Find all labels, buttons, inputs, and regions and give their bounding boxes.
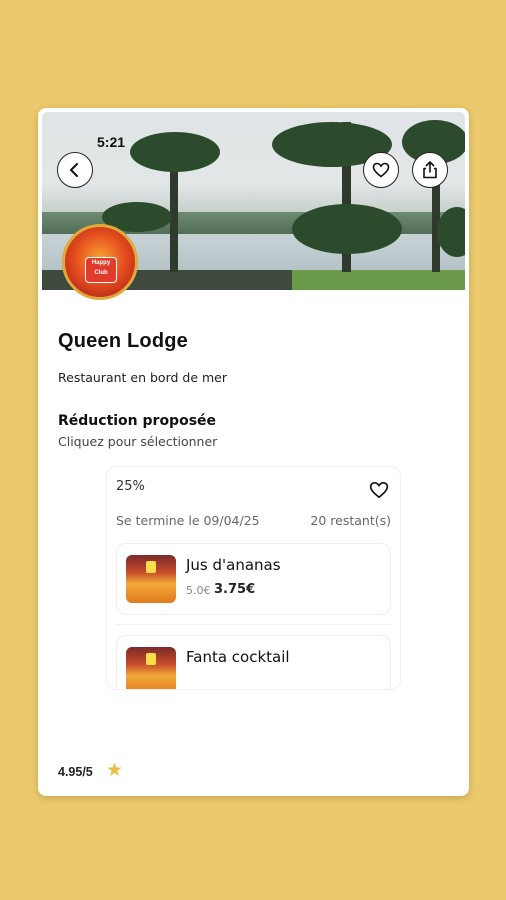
discount-section-hint: Cliquez pour sélectionner [58, 434, 218, 449]
list-item[interactable]: Fanta cocktail [116, 635, 391, 689]
item-name: Fanta cocktail [186, 648, 290, 666]
restaurant-name: Queen Lodge [58, 330, 188, 352]
status-time: 5:21 [97, 134, 126, 150]
logo-label: Happy Club [85, 257, 117, 283]
rating-value: 4.95/5 [58, 765, 93, 779]
item-new-price: 3.75€ [214, 582, 256, 597]
restaurant-card: 5:21 Happy Club Queen Lodge Restaurant e… [38, 108, 469, 796]
offer-remaining: 20 restant(s) [310, 513, 391, 528]
heart-icon [369, 481, 389, 499]
offer-percent: 25% [116, 479, 145, 494]
star-icon: ★ [106, 759, 124, 781]
list-item[interactable]: Jus d'ananas 5.0€ 3.75€ [116, 543, 391, 615]
offer-favorite-button[interactable] [369, 481, 389, 503]
restaurant-description: Restaurant en bord de mer [58, 370, 228, 385]
discount-section-title: Réduction proposée [58, 413, 217, 429]
item-old-price: 5.0€ [186, 584, 211, 597]
offer-card[interactable]: 25% Se termine le 09/04/25 20 restant(s)… [106, 466, 401, 690]
restaurant-logo: Happy Club [62, 224, 138, 300]
item-thumbnail [126, 647, 176, 689]
back-arrow-icon [70, 163, 78, 177]
favorite-button[interactable] [363, 152, 399, 188]
share-icon [423, 161, 437, 179]
offer-end-date: Se termine le 09/04/25 [116, 513, 260, 528]
item-name: Jus d'ananas [186, 556, 281, 574]
heart-icon [372, 162, 390, 178]
share-button[interactable] [412, 152, 448, 188]
item-thumbnail [126, 555, 176, 603]
back-button[interactable] [57, 152, 93, 188]
